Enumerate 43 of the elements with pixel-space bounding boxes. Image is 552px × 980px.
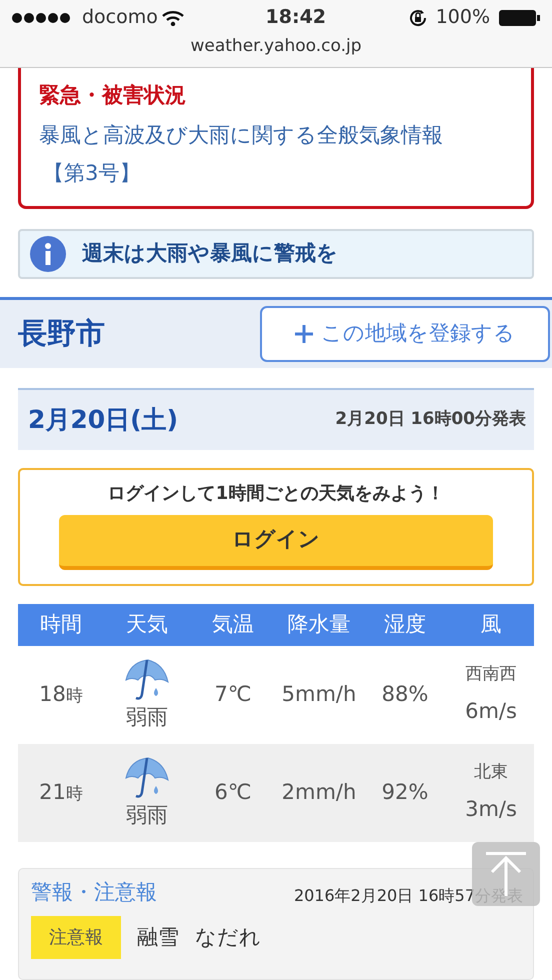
advisory-name: なだれ [195,924,261,951]
wind-speed: 6m/s [465,698,517,724]
issued-time: 2月20日 16時00分発表 [335,408,526,431]
carrier-name: docomo [82,5,158,30]
precipitation-cell: 5mm/h [282,682,356,706]
temperature-cell: 6℃ [214,780,252,804]
humidity-cell: 92% [382,780,428,804]
temperature-cell: 7℃ [214,682,252,706]
wind-speed: 3m/s [465,796,517,822]
advisory-name: 融雪 [137,924,179,951]
hour-cell: 18時 [39,686,83,705]
notice-text: 週末は大雨や暴風に警戒を [82,240,338,267]
column-header: 風 [480,610,502,638]
column-header: 降水量 [286,610,352,638]
advisory-label: 注意報 [31,916,121,959]
login-button[interactable]: ログイン [59,514,493,570]
hour-cell: 21時 [39,784,83,803]
forecast-date: 2月20日(土) [28,404,178,436]
rotation-lock-icon [408,8,428,28]
clock-time: 18:42 [266,5,326,30]
battery-icon [498,8,540,26]
battery-percent: 100% [436,5,490,30]
humidity-cell: 88% [382,682,428,706]
column-header: 天気 [125,610,169,638]
issue-number-link[interactable]: 【第3号】 [43,154,513,192]
plus-icon [295,324,313,342]
emergency-heading: 緊急・被害状況 [39,82,187,109]
column-header: 気温 [211,610,255,638]
column-header: 湿度 [383,610,427,638]
column-header: 時間 [39,610,83,638]
url-text: weather.yahoo.co.jp [189,35,363,57]
warnings-title-link[interactable]: 警報・注意報 [31,876,157,908]
info-icon [30,236,66,272]
wind-direction: 西南西 [466,663,516,686]
weather-info-link[interactable]: 暴風と高波及び大雨に関する全般気象情報 [39,116,513,154]
wind-direction: 北東 [474,761,508,784]
weather-label: 弱雨 [126,802,168,829]
weather-label: 弱雨 [126,704,168,731]
precipitation-cell: 2mm/h [282,780,356,804]
wifi-icon [162,10,184,26]
login-prompt: ログインして1時間ごとの天気をみよう！ [106,482,446,506]
city-name: 長野市 [18,314,105,352]
register-area-button[interactable]: この地域を登録する [260,306,550,362]
